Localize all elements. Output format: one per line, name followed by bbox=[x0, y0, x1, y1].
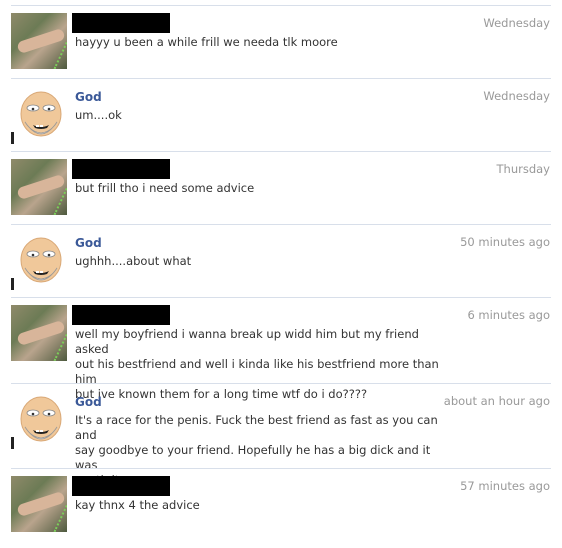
message-text-line: hayyy u been a while frill we needa tlk … bbox=[75, 35, 338, 49]
message-timestamp: 6 minutes ago bbox=[467, 308, 550, 322]
message-text: ughhh....about what bbox=[75, 254, 455, 269]
god-face-avatar[interactable] bbox=[11, 234, 67, 290]
message-divider bbox=[11, 297, 551, 298]
message-text-line: but frill tho i need some advice bbox=[75, 181, 255, 195]
message-text: kay thnx 4 the advice bbox=[75, 498, 455, 513]
photo-avatar[interactable] bbox=[11, 13, 67, 69]
message-divider bbox=[11, 224, 551, 225]
message-timestamp: Wednesday bbox=[483, 89, 550, 103]
message-timestamp: 50 minutes ago bbox=[460, 235, 550, 249]
message-timestamp: about an hour ago bbox=[443, 394, 550, 408]
message-row: God about an hour ago It's a race for the … bbox=[0, 383, 562, 487]
message-thread: Wednesday hayyy u been a while frill we n… bbox=[0, 0, 562, 548]
god-face-avatar[interactable] bbox=[11, 393, 67, 449]
message-text: but frill tho i need some advice bbox=[75, 181, 455, 196]
message-timestamp: Wednesday bbox=[483, 16, 550, 30]
message-text: um....ok bbox=[75, 108, 455, 123]
message-divider bbox=[11, 468, 551, 469]
redacted-sender-name bbox=[72, 476, 170, 496]
redacted-sender-name bbox=[72, 305, 170, 325]
god-face-avatar[interactable] bbox=[11, 88, 67, 144]
message-row: Thursday but frill tho i need some advice bbox=[0, 151, 562, 224]
message-text: hayyy u been a while frill we needa tlk … bbox=[75, 35, 455, 50]
message-row: 6 minutes ago well my boyfriend i wanna b… bbox=[0, 297, 562, 401]
message-text-line: um....ok bbox=[75, 108, 122, 122]
message-divider bbox=[11, 78, 551, 79]
message-divider bbox=[11, 5, 551, 6]
sender-name[interactable]: God bbox=[75, 90, 102, 104]
message-text-line: kay thnx 4 the advice bbox=[75, 498, 200, 512]
message-text-line: well my boyfriend i wanna break up widd … bbox=[75, 327, 419, 356]
message-text-line: It's a race for the penis. Fuck the best… bbox=[75, 413, 438, 442]
sender-name[interactable]: God bbox=[75, 395, 102, 409]
message-row: Wednesday hayyy u been a while frill we n… bbox=[0, 5, 562, 78]
message-timestamp: Thursday bbox=[496, 162, 550, 176]
message-row: God Wednesday um....ok bbox=[0, 78, 562, 151]
message-timestamp: 57 minutes ago bbox=[460, 479, 550, 493]
message-divider bbox=[11, 151, 551, 152]
message-text-line: ughhh....about what bbox=[75, 254, 192, 268]
sender-name[interactable]: God bbox=[75, 236, 102, 250]
redacted-sender-name bbox=[72, 159, 170, 179]
message-row: 57 minutes ago kay thnx 4 the advice bbox=[0, 468, 562, 540]
photo-avatar[interactable] bbox=[11, 305, 67, 361]
photo-avatar[interactable] bbox=[11, 476, 67, 532]
redacted-sender-name bbox=[72, 13, 170, 33]
message-divider bbox=[11, 383, 551, 384]
message-row: God 50 minutes ago ughhh....about what bbox=[0, 224, 562, 297]
photo-avatar[interactable] bbox=[11, 159, 67, 215]
